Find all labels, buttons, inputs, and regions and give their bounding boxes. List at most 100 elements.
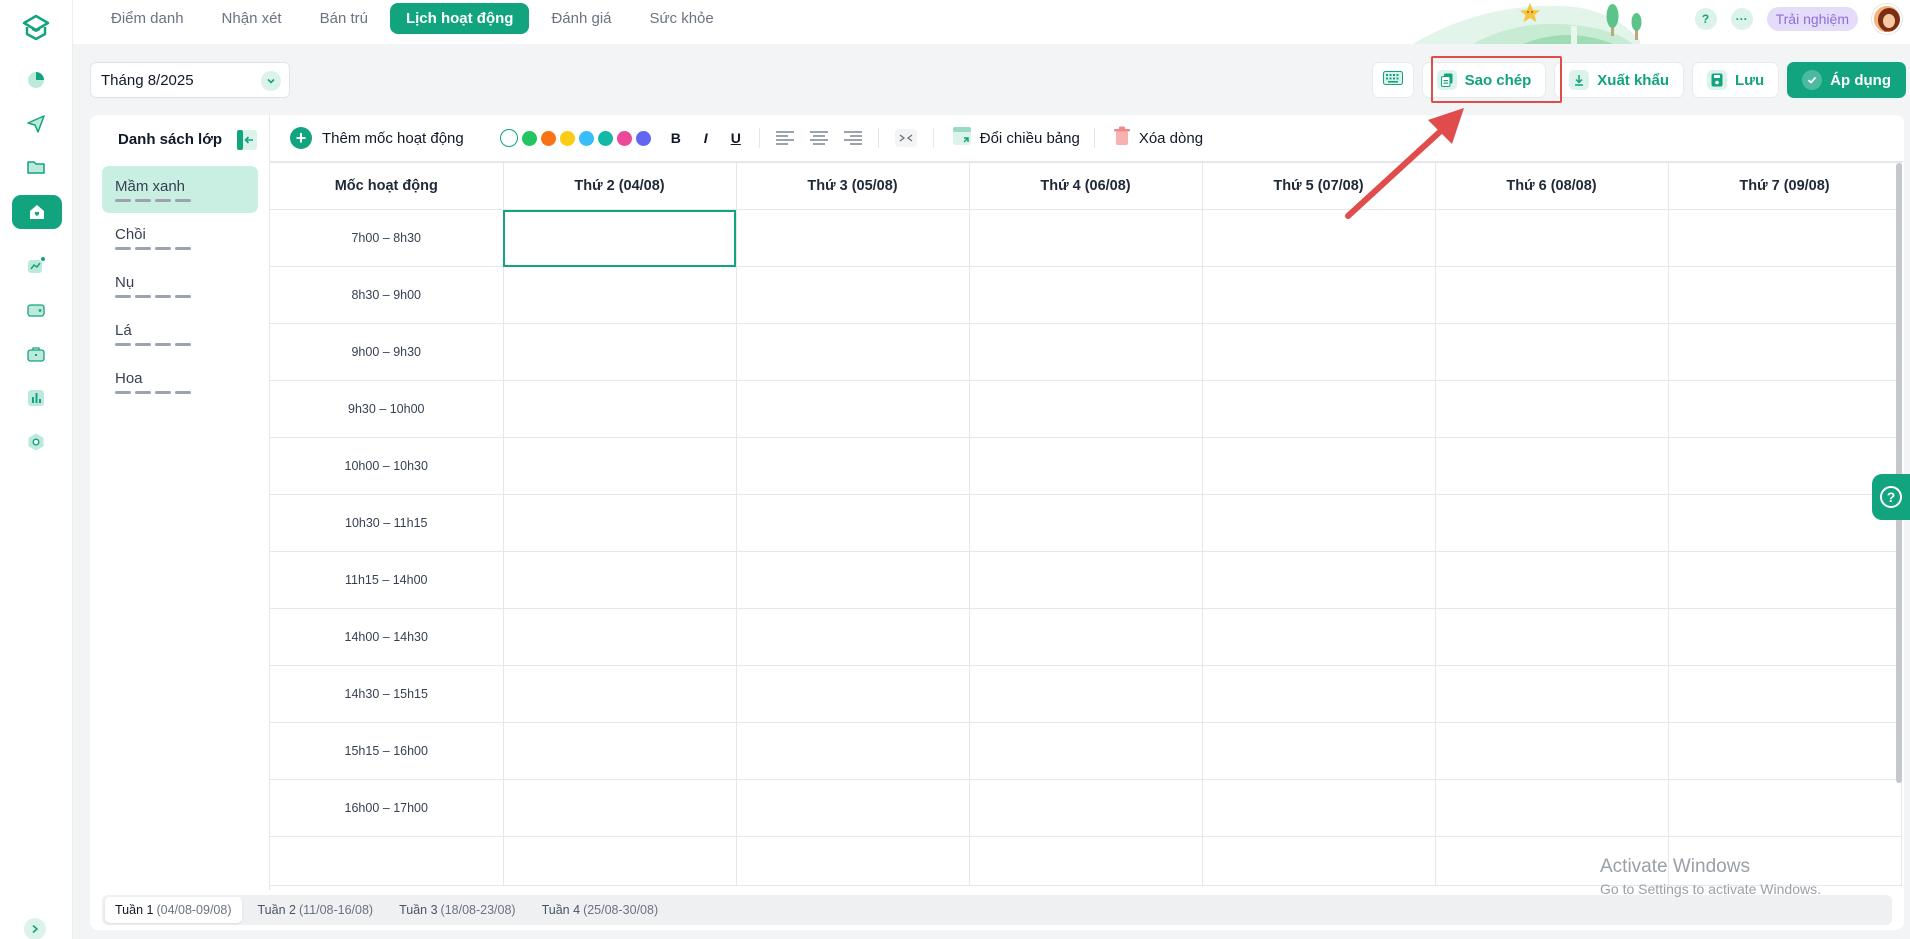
- class-item[interactable]: Chồi: [102, 214, 258, 261]
- activity-cell[interactable]: [968, 722, 1203, 780]
- class-item[interactable]: Mầm xanh: [102, 166, 258, 213]
- tab-nhận-xét[interactable]: Nhận xét: [206, 3, 298, 34]
- folder-icon[interactable]: [22, 153, 50, 181]
- week-tab[interactable]: Tuần 3 (18/08-23/08): [389, 897, 526, 923]
- activity-cell[interactable]: [502, 779, 737, 837]
- activity-cell[interactable]: [1667, 380, 1902, 438]
- activity-cell[interactable]: [968, 779, 1203, 837]
- activity-cell[interactable]: [968, 380, 1203, 438]
- activity-cell[interactable]: [1201, 380, 1436, 438]
- analytics-icon[interactable]: [22, 252, 50, 280]
- time-slot-cell[interactable]: 14h00 – 14h30: [270, 608, 504, 666]
- activity-cell[interactable]: [968, 608, 1203, 666]
- underline-button[interactable]: U: [729, 130, 743, 146]
- activity-cell[interactable]: [1201, 551, 1436, 609]
- class-item[interactable]: Lá: [102, 310, 258, 357]
- activity-cell[interactable]: [1434, 437, 1669, 495]
- time-slot-cell[interactable]: 8h30 – 9h00: [270, 266, 504, 324]
- color-swatch-none[interactable]: [499, 129, 518, 147]
- activity-cell[interactable]: [502, 209, 737, 267]
- time-slot-cell[interactable]: 15h15 – 16h00: [270, 722, 504, 780]
- time-slot-cell[interactable]: 9h30 – 10h00: [270, 380, 504, 438]
- send-icon[interactable]: [22, 110, 50, 138]
- activity-cell[interactable]: [1434, 494, 1669, 552]
- merge-cells-icon[interactable]: [894, 129, 917, 147]
- activity-cell[interactable]: [1667, 551, 1902, 609]
- help-button[interactable]: ?: [1694, 8, 1717, 30]
- italic-button[interactable]: I: [699, 130, 713, 146]
- activity-cell[interactable]: [1201, 323, 1436, 381]
- activity-cell[interactable]: [735, 779, 970, 837]
- activity-cell[interactable]: [1201, 209, 1436, 267]
- activity-cell[interactable]: [502, 722, 737, 780]
- activity-cell[interactable]: [1667, 494, 1902, 552]
- time-slot-cell[interactable]: 9h00 – 9h30: [270, 323, 504, 381]
- activity-cell[interactable]: [735, 209, 970, 267]
- activity-cell[interactable]: [968, 266, 1203, 324]
- tab-điểm-danh[interactable]: Điểm danh: [95, 3, 200, 34]
- activity-cell[interactable]: [502, 437, 737, 495]
- color-swatch[interactable]: [540, 130, 556, 146]
- activity-cell[interactable]: [1434, 722, 1669, 780]
- activity-cell[interactable]: [735, 665, 970, 723]
- activity-cell[interactable]: [1434, 665, 1669, 723]
- tab-bán-trú[interactable]: Bán trú: [304, 3, 384, 34]
- activity-cell[interactable]: [968, 494, 1203, 552]
- align-right-icon[interactable]: [843, 131, 862, 145]
- user-avatar[interactable]: [1872, 4, 1902, 34]
- activity-cell[interactable]: [1434, 608, 1669, 666]
- activity-cell[interactable]: [735, 323, 970, 381]
- activity-cell[interactable]: [1201, 779, 1436, 837]
- color-swatch[interactable]: [521, 130, 537, 146]
- activity-cell[interactable]: [1434, 323, 1669, 381]
- activity-cell[interactable]: [1667, 779, 1902, 837]
- activity-cell[interactable]: [502, 380, 737, 438]
- class-item[interactable]: Hoa: [102, 358, 258, 405]
- week-tab[interactable]: Tuần 2 (11/08-16/08): [248, 897, 384, 923]
- app-logo-icon[interactable]: [20, 12, 52, 44]
- activity-cell[interactable]: [1667, 266, 1902, 324]
- delete-row-button[interactable]: Xóa dòng: [1113, 126, 1203, 150]
- dashboard-icon[interactable]: [22, 66, 50, 94]
- more-options-button[interactable]: ···: [1730, 8, 1753, 30]
- color-swatch[interactable]: [597, 130, 613, 146]
- export-button[interactable]: Xuất khẩu: [1554, 62, 1684, 98]
- activity-cell[interactable]: [968, 209, 1203, 267]
- activity-cell[interactable]: [502, 266, 737, 324]
- activity-cell[interactable]: [968, 551, 1203, 609]
- color-swatch[interactable]: [616, 130, 632, 146]
- time-slot-cell[interactable]: 10h00 – 10h30: [270, 437, 504, 495]
- bold-button[interactable]: B: [669, 130, 683, 146]
- color-swatch[interactable]: [635, 130, 651, 146]
- activity-cell[interactable]: [1667, 323, 1902, 381]
- activity-cell[interactable]: [735, 437, 970, 495]
- activity-cell[interactable]: [1667, 665, 1902, 723]
- tab-sức-khỏe[interactable]: Sức khỏe: [634, 3, 730, 34]
- activity-cell[interactable]: [1434, 380, 1669, 438]
- wallet-icon[interactable]: [22, 296, 50, 324]
- color-swatch[interactable]: [578, 130, 594, 146]
- week-tab[interactable]: Tuần 1 (04/08-09/08): [105, 897, 242, 923]
- tab-lịch-hoạt-động[interactable]: Lịch hoạt động: [389, 3, 530, 34]
- activity-cell[interactable]: [1667, 608, 1902, 666]
- keyboard-shortcut-button[interactable]: [1371, 62, 1414, 98]
- activity-cell[interactable]: [735, 608, 970, 666]
- activity-cell[interactable]: [1434, 779, 1669, 837]
- bar-chart-icon[interactable]: [22, 384, 50, 412]
- activity-cell[interactable]: [735, 551, 970, 609]
- activity-cell[interactable]: [1434, 209, 1669, 267]
- activity-cell[interactable]: [968, 437, 1203, 495]
- apply-button[interactable]: Áp dụng: [1787, 62, 1906, 98]
- briefcase-icon[interactable]: [22, 340, 50, 368]
- transpose-table-button[interactable]: Đổi chiều bảng: [952, 126, 1080, 150]
- activity-cell[interactable]: [502, 608, 737, 666]
- floating-help-button[interactable]: ?: [1872, 474, 1910, 520]
- activity-cell[interactable]: [1201, 494, 1436, 552]
- activity-cell[interactable]: [1667, 209, 1902, 267]
- expand-rail-icon[interactable]: [24, 918, 46, 939]
- activity-cell[interactable]: [502, 551, 737, 609]
- activity-cell[interactable]: [735, 380, 970, 438]
- class-item[interactable]: Nụ: [102, 262, 258, 309]
- time-slot-cell[interactable]: 14h30 – 15h15: [270, 665, 504, 723]
- time-slot-cell[interactable]: 10h30 – 11h15: [270, 494, 504, 552]
